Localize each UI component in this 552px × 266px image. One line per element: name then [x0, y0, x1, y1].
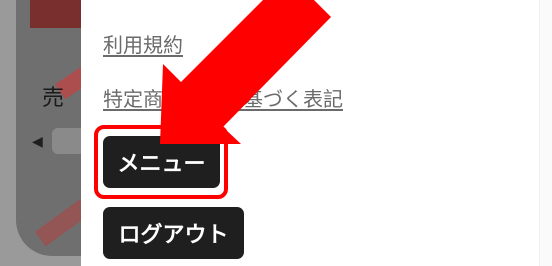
back-arrow-icon[interactable]: ◀: [32, 134, 43, 150]
drawer-scrollbar[interactable]: [539, 0, 552, 266]
menu-button[interactable]: メニュー: [103, 136, 220, 188]
terms-of-use-link[interactable]: 利用規約: [103, 29, 183, 58]
commercial-transactions-link[interactable]: 特定商取引法に基づく表記: [103, 83, 343, 112]
background-title: 売: [42, 86, 66, 111]
logout-button[interactable]: ログアウト: [103, 207, 244, 259]
